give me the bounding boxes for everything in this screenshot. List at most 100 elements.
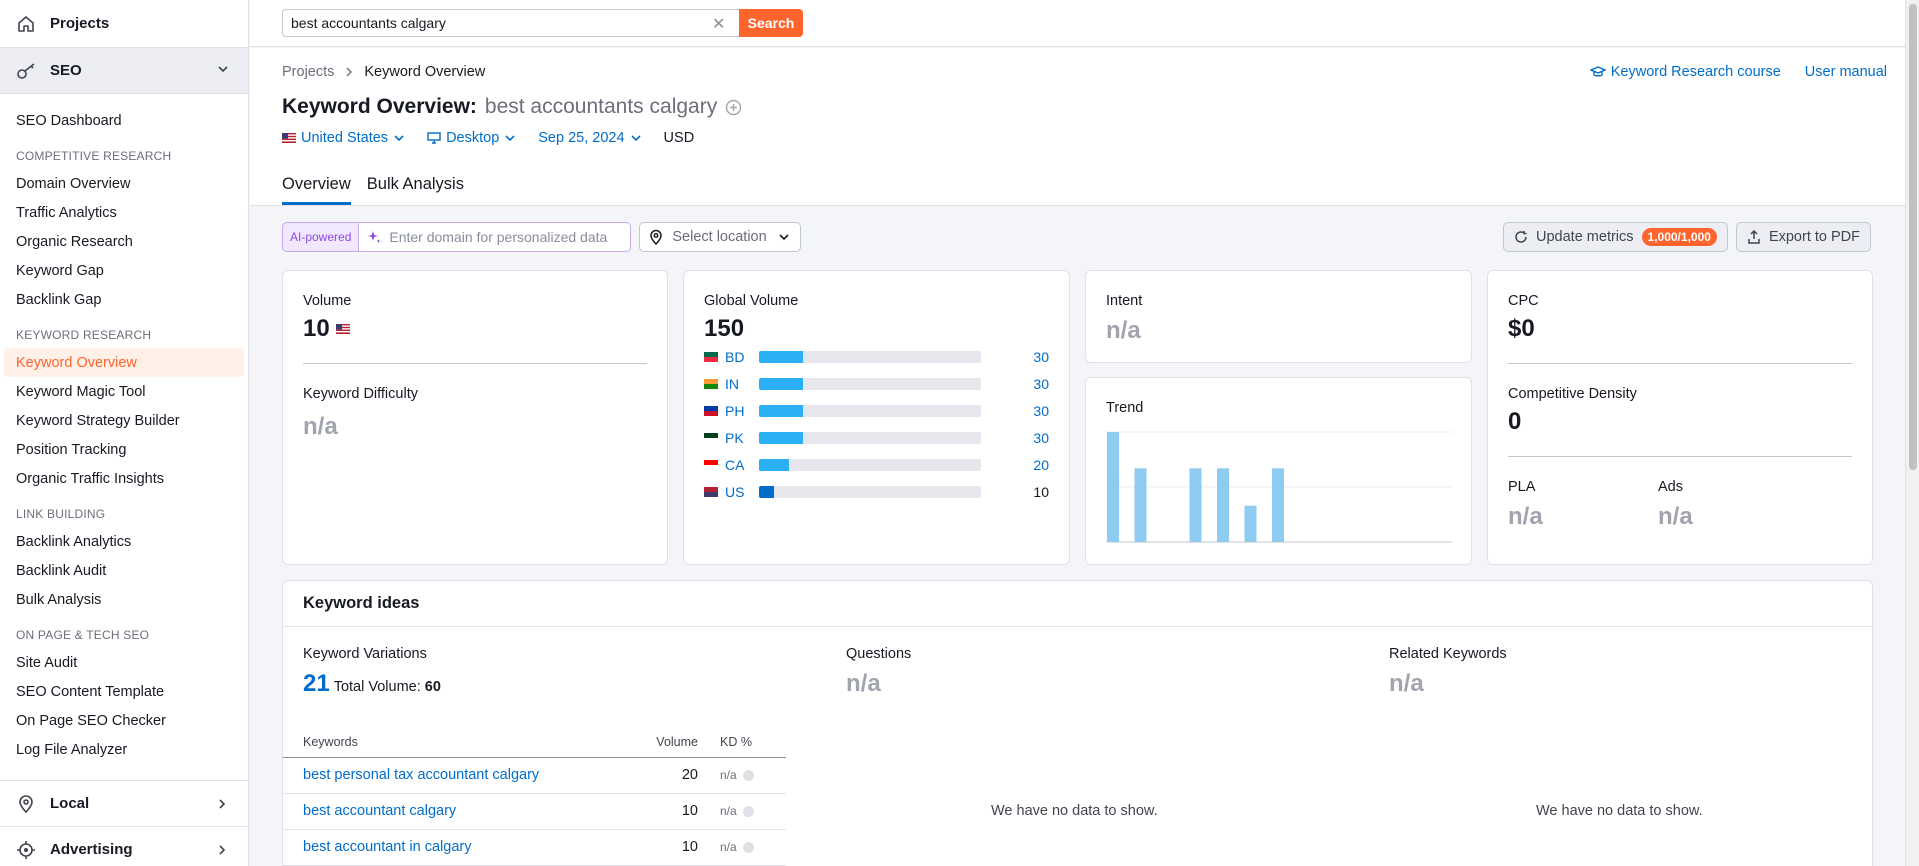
sidebar-seo-label: SEO	[50, 62, 82, 79]
sidebar-item-keyword-strategy-builder[interactable]: Keyword Strategy Builder	[4, 406, 244, 435]
toolbar: AI-powered Enter domain for personalized…	[282, 222, 802, 252]
currency-label: USD	[663, 130, 695, 146]
country-code[interactable]: US	[725, 484, 759, 500]
trend-bar[interactable]	[1134, 468, 1147, 542]
sidebar-advertising-label: Advertising	[50, 841, 133, 858]
breadcrumb-projects[interactable]: Projects	[282, 64, 334, 80]
sidebar-item-seo-content-template[interactable]: SEO Content Template	[4, 677, 244, 706]
sidebar-item-organic-traffic-insights[interactable]: Organic Traffic Insights	[4, 464, 244, 493]
keyword-ideas-card: Keyword ideas Keyword Variations 21 Tota…	[282, 580, 1873, 866]
search-button[interactable]: Search	[739, 9, 803, 37]
add-circle-icon[interactable]	[725, 99, 742, 116]
ai-domain-input[interactable]: Enter domain for personalized data	[358, 223, 631, 251]
sidebar-item-bulk-analysis[interactable]: Bulk Analysis	[4, 585, 244, 614]
volume-bar-fill	[759, 378, 804, 390]
export-pdf-button[interactable]: Export to PDF	[1735, 222, 1871, 252]
search-input[interactable]	[282, 9, 739, 37]
sidebar-item-keyword-overview[interactable]: Keyword Overview	[4, 348, 244, 377]
toolbar-actions: Update metrics 1,000/1,000 Export to PDF	[1503, 222, 1871, 252]
country-volume[interactable]: 30	[981, 403, 1049, 419]
sidebar-item-organic-research[interactable]: Organic Research	[4, 227, 244, 256]
intent-label: Intent	[1106, 293, 1143, 309]
col-keywords[interactable]: Keywords	[283, 727, 616, 758]
intent-card: Intent n/a	[1085, 270, 1472, 363]
device-select[interactable]: Desktop	[427, 130, 516, 146]
country-code[interactable]: CA	[725, 457, 759, 473]
ai-label: AI-powered	[290, 230, 352, 244]
date-label: Sep 25, 2024	[538, 130, 625, 146]
tab-overview[interactable]: Overview	[282, 175, 351, 205]
breadcrumb: Projects Keyword Overview	[282, 64, 485, 80]
chevron-right-icon	[346, 67, 353, 77]
sidebar-item-traffic-analytics[interactable]: Traffic Analytics	[4, 198, 244, 227]
variations-count[interactable]: 21	[303, 670, 330, 698]
ads-label: Ads	[1658, 479, 1683, 495]
sidebar-projects[interactable]: Projects	[0, 0, 248, 47]
table-row: best personal tax accountant calgary 20 n/…	[283, 757, 786, 794]
trend-bar[interactable]	[1107, 432, 1119, 542]
chevron-right-icon	[219, 844, 226, 855]
country-volume-row: BD 30	[704, 348, 1049, 366]
country-select[interactable]: United States	[282, 130, 405, 146]
sidebar-item-backlink-gap[interactable]: Backlink Gap	[4, 285, 244, 314]
country-code[interactable]: BD	[725, 349, 759, 365]
volume-bar-fill	[759, 486, 774, 498]
pla-label: PLA	[1508, 479, 1536, 495]
filters: United States Desktop Sep 25, 2024 USD	[282, 130, 694, 146]
keyword-link[interactable]: best accountant in calgary	[303, 839, 471, 855]
sidebar-item-seo-dashboard[interactable]: SEO Dashboard	[4, 106, 244, 135]
sidebar-item-backlink-analytics[interactable]: Backlink Analytics	[4, 527, 244, 556]
page-scrollbar[interactable]	[1905, 0, 1919, 866]
country-code[interactable]: PH	[725, 403, 759, 419]
total-volume-value: 60	[424, 679, 441, 695]
tab-bulk-analysis[interactable]: Bulk Analysis	[367, 175, 464, 205]
ai-domain-placeholder: Enter domain for personalized data	[389, 229, 608, 245]
sidebar-local[interactable]: Local	[0, 780, 248, 826]
keyword-ideas-title: Keyword ideas	[283, 581, 1872, 627]
country-volume-row: CA 20	[704, 456, 1049, 474]
sparkle-icon	[368, 231, 381, 243]
col-volume[interactable]: Volume	[616, 727, 706, 758]
volume-value-wrap: 10	[303, 315, 350, 343]
col-kd[interactable]: KD %	[706, 727, 786, 758]
country-code[interactable]: IN	[725, 376, 759, 392]
trend-bar[interactable]	[1244, 505, 1257, 542]
sidebar-item-backlink-audit[interactable]: Backlink Audit	[4, 556, 244, 585]
trend-bar[interactable]	[1217, 468, 1229, 542]
user-manual-link[interactable]: User manual	[1805, 64, 1887, 80]
sidebar-item-on-page-seo-checker[interactable]: On Page SEO Checker	[4, 706, 244, 735]
update-metrics-badge: 1,000/1,000	[1641, 228, 1717, 246]
trend-bar[interactable]	[1272, 468, 1284, 542]
sidebar-item-keyword-magic-tool[interactable]: Keyword Magic Tool	[4, 377, 244, 406]
course-link-label: Keyword Research course	[1610, 64, 1781, 80]
device-label: Desktop	[446, 130, 500, 146]
country-volume[interactable]: 30	[981, 349, 1049, 365]
sidebar-item-site-audit[interactable]: Site Audit	[4, 648, 244, 677]
cd-label: Competitive Density	[1508, 386, 1637, 402]
sidebar-section-heading: ON PAGE & TECH SEO	[16, 628, 150, 642]
country-volume[interactable]: 20	[981, 457, 1049, 473]
sidebar-item-log-file-analyzer[interactable]: Log File Analyzer	[4, 735, 244, 764]
trend-bar[interactable]	[1189, 468, 1202, 542]
location-select[interactable]: Select location	[639, 222, 802, 252]
sidebar-seo[interactable]: SEO	[0, 47, 248, 94]
keyword-link[interactable]: best personal tax accountant calgary	[303, 767, 539, 783]
sidebar-section-heading: COMPETITIVE RESEARCH	[16, 149, 172, 163]
kd-value: n/a	[720, 804, 737, 818]
date-select[interactable]: Sep 25, 2024	[538, 130, 641, 146]
scrollbar-thumb[interactable]	[1909, 4, 1917, 470]
update-metrics-button[interactable]: Update metrics 1,000/1,000	[1503, 222, 1728, 252]
sidebar-item-position-tracking[interactable]: Position Tracking	[4, 435, 244, 464]
sidebar-advertising[interactable]: Advertising	[0, 826, 248, 866]
sidebar-item-keyword-gap[interactable]: Keyword Gap	[4, 256, 244, 285]
ph-flag-icon	[704, 406, 718, 416]
sidebar-item-domain-overview[interactable]: Domain Overview	[4, 169, 244, 198]
volume-bar-fill	[759, 432, 804, 444]
close-icon[interactable]: ✕	[712, 14, 725, 34]
country-code[interactable]: PK	[725, 430, 759, 446]
country-volume-row: PH 30	[704, 402, 1049, 420]
keyword-link[interactable]: best accountant calgary	[303, 803, 456, 819]
course-link[interactable]: Keyword Research course	[1589, 64, 1781, 80]
country-volume[interactable]: 30	[981, 430, 1049, 446]
country-volume[interactable]: 30	[981, 376, 1049, 392]
